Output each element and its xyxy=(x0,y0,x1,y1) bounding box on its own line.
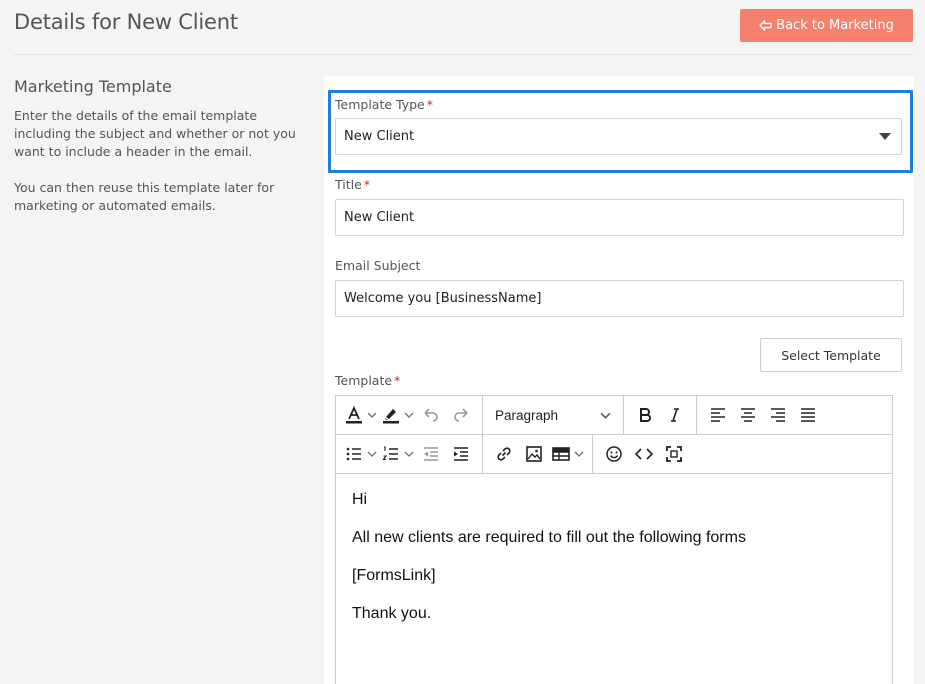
content-paragraph: All new clients are required to fill out… xyxy=(352,529,746,546)
redo-icon xyxy=(451,405,471,425)
back-to-marketing-button[interactable]: Back to Marketing xyxy=(740,9,913,42)
text-color-button[interactable] xyxy=(342,400,379,430)
toolbar-group-format: Paragraph xyxy=(483,396,624,434)
caret-down-icon xyxy=(879,133,891,140)
image-button[interactable] xyxy=(519,439,549,469)
link-button[interactable] xyxy=(489,439,519,469)
italic-icon xyxy=(665,405,685,425)
chevron-down-icon xyxy=(574,449,584,459)
title-label: Title * xyxy=(335,177,371,192)
template-label: Template * xyxy=(335,373,401,388)
table-button[interactable] xyxy=(549,439,586,469)
undo-button[interactable] xyxy=(416,400,446,430)
chevron-down-icon xyxy=(367,449,377,459)
numbered-list-button[interactable] xyxy=(379,439,416,469)
highlight-color-button[interactable] xyxy=(379,400,416,430)
bullet-list-icon xyxy=(344,444,364,464)
select-template-button[interactable]: Select Template xyxy=(760,338,902,372)
editor-content-area[interactable]: Hi All new clients are required to fill … xyxy=(336,474,892,658)
block-format-dropdown[interactable]: Paragraph xyxy=(489,400,617,430)
email-subject-label: Email Subject xyxy=(335,258,421,273)
toolbar-group-style xyxy=(624,396,697,434)
template-type-label: Template Type * xyxy=(335,97,433,112)
emoji-icon xyxy=(604,444,624,464)
table-icon xyxy=(551,444,571,464)
toolbar-group-misc xyxy=(593,435,695,473)
page-title: Details for New Client xyxy=(14,10,238,34)
block-format-value: Paragraph xyxy=(495,407,559,423)
chevron-down-icon xyxy=(367,410,377,420)
chevron-down-icon xyxy=(404,449,414,459)
rich-text-editor: Paragraph Hi All new clients are require… xyxy=(335,395,893,684)
bold-icon xyxy=(635,405,655,425)
editor-toolbar-row-1: Paragraph xyxy=(336,396,892,435)
undo-icon xyxy=(421,405,441,425)
required-mark: * xyxy=(394,373,401,388)
content-paragraph: [FormsLink] xyxy=(352,567,436,584)
indent-button[interactable] xyxy=(446,439,476,469)
template-type-value: New Client xyxy=(344,129,415,144)
highlight-icon xyxy=(381,405,401,425)
indent-icon xyxy=(451,444,471,464)
text-color-icon xyxy=(344,405,364,425)
emoji-button[interactable] xyxy=(599,439,629,469)
content-paragraph: Hi xyxy=(352,491,368,508)
source-code-icon xyxy=(634,444,654,464)
fullscreen-button[interactable] xyxy=(659,439,689,469)
email-subject-value: Welcome you [BusinessName] xyxy=(344,291,542,306)
title-input[interactable]: New Client xyxy=(335,199,904,236)
redo-button[interactable] xyxy=(446,400,476,430)
required-mark: * xyxy=(363,177,371,192)
arrow-left-icon xyxy=(759,19,772,32)
align-center-button[interactable] xyxy=(733,400,763,430)
align-right-button[interactable] xyxy=(763,400,793,430)
source-code-button[interactable] xyxy=(629,439,659,469)
template-type-select[interactable]: New Client xyxy=(335,118,902,155)
toolbar-group-insert xyxy=(483,435,593,473)
chevron-down-icon xyxy=(600,410,611,421)
align-right-icon xyxy=(768,405,788,425)
numbered-list-icon xyxy=(381,444,401,464)
toolbar-group-history xyxy=(336,396,483,434)
section-description: Enter the details of the email template … xyxy=(14,108,296,159)
toolbar-group-lists xyxy=(336,435,483,473)
link-icon xyxy=(494,444,514,464)
required-mark: * xyxy=(426,97,433,112)
align-left-button[interactable] xyxy=(703,400,733,430)
align-center-icon xyxy=(738,405,758,425)
section-description-secondary: You can then reuse this template later f… xyxy=(14,180,275,213)
editor-toolbar-row-2 xyxy=(336,435,892,474)
align-justify-icon xyxy=(798,405,818,425)
bullet-list-button[interactable] xyxy=(342,439,379,469)
section-title: Marketing Template xyxy=(14,77,172,96)
header-divider xyxy=(14,54,913,55)
back-button-label: Back to Marketing xyxy=(776,18,894,33)
email-subject-input[interactable]: Welcome you [BusinessName] xyxy=(335,280,904,317)
chevron-down-icon xyxy=(404,410,414,420)
fullscreen-icon xyxy=(664,444,684,464)
italic-button[interactable] xyxy=(660,400,690,430)
align-left-icon xyxy=(708,405,728,425)
outdent-button[interactable] xyxy=(416,439,446,469)
title-value: New Client xyxy=(344,210,415,225)
toolbar-group-align xyxy=(697,396,829,434)
align-justify-button[interactable] xyxy=(793,400,823,430)
outdent-icon xyxy=(421,444,441,464)
content-paragraph: Thank you. xyxy=(352,605,432,622)
bold-button[interactable] xyxy=(630,400,660,430)
image-icon xyxy=(524,444,544,464)
